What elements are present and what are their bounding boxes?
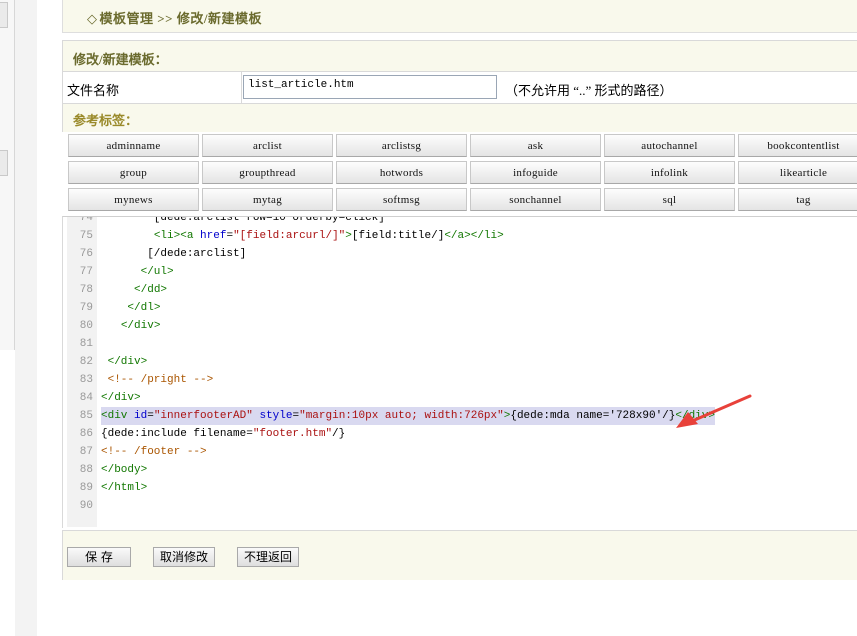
tag-button-group[interactable]: group: [68, 161, 199, 184]
left-frame-tab[interactable]: [0, 150, 8, 176]
code-line: 77 </ul>: [63, 263, 853, 281]
code-text: <!-- /footer -->: [101, 446, 207, 458]
code-line: 74 [dede:arclist row=10 orderby=click]: [63, 216, 853, 227]
code-text: </dl>: [127, 302, 161, 314]
file-name-row: 文件名称 list_article.htm （不允许用 “..” 形式的路径）: [62, 72, 857, 104]
breadcrumb-section[interactable]: 模板管理: [100, 11, 154, 26]
line-number: 80: [79, 320, 93, 332]
code-line: 81: [63, 335, 853, 353]
tag-button-sql[interactable]: sql: [604, 188, 735, 211]
tag-button-arclistsg[interactable]: arclistsg: [336, 134, 467, 157]
tag-button-groupthread[interactable]: groupthread: [202, 161, 333, 184]
line-number: 83: [79, 374, 93, 386]
line-number: 86: [79, 428, 93, 440]
code-line: 75 <li><a href="[field:arcurl/]">[field:…: [63, 227, 853, 245]
reference-tags-header: 参考标签：: [62, 104, 857, 132]
code-text: </body>: [101, 464, 148, 476]
line-number: 77: [79, 266, 93, 278]
file-name-input[interactable]: list_article.htm: [243, 75, 497, 99]
line-number: 85: [79, 410, 93, 422]
tag-button-infolink[interactable]: infolink: [604, 161, 735, 184]
code-text: </div>: [107, 356, 148, 368]
save-button[interactable]: 保 存: [67, 547, 131, 567]
code-line: 82 </div>: [63, 353, 853, 371]
breadcrumb-page: 修改/新建模板: [176, 11, 262, 26]
code-line: 83 <!-- /pright -->: [63, 371, 853, 389]
diamond-icon: ◇: [87, 11, 98, 26]
tag-button-mytag[interactable]: mytag: [202, 188, 333, 211]
back-button[interactable]: 不理返回: [237, 547, 299, 567]
code-text: <li><a href="[field:arcurl/]">[field:tit…: [153, 230, 504, 242]
code-line: 89 </html>: [63, 479, 853, 497]
code-line: 79 </dl>: [63, 299, 853, 317]
annotation-arrow-icon: [676, 394, 752, 428]
code-text: </dd>: [134, 284, 168, 296]
code-text: </div>: [101, 392, 141, 404]
tag-button-arclist[interactable]: arclist: [202, 134, 333, 157]
code-line: 80 </div>: [63, 317, 853, 335]
line-number: 76: [79, 248, 93, 260]
code-text: </html>: [101, 482, 148, 494]
code-text: </ul>: [140, 266, 174, 278]
left-frame-tab[interactable]: [0, 2, 8, 28]
frame-gutter: [15, 0, 37, 636]
line-number: 87: [79, 446, 93, 458]
code-text: {dede:include filename="footer.htm"/}: [101, 428, 346, 440]
breadcrumb-bar: ◇ 模板管理 >> 修改/新建模板: [62, 0, 857, 33]
code-text: [dede:arclist row=10 orderby=click]: [101, 216, 385, 224]
line-number: 89: [79, 482, 93, 494]
code-text: [/dede:arclist]: [101, 248, 247, 260]
line-number: 78: [79, 284, 93, 296]
code-line: 76 [/dede:arclist]: [63, 245, 853, 263]
action-bar: 保 存 取消修改 不理返回: [62, 530, 857, 580]
breadcrumb: ◇ 模板管理 >> 修改/新建模板: [87, 8, 262, 27]
code-line: 87 <!-- /footer -->: [63, 443, 853, 461]
line-number: 75: [79, 230, 93, 242]
code-line: 88 </body>: [63, 461, 853, 479]
tag-button-tag[interactable]: tag: [738, 188, 857, 211]
tag-button-ask[interactable]: ask: [470, 134, 601, 157]
line-number: 79: [79, 302, 93, 314]
tag-button-hotwords[interactable]: hotwords: [336, 161, 467, 184]
divider: [241, 72, 242, 103]
frame-spacer: [37, 0, 62, 636]
tag-button-mynews[interactable]: mynews: [68, 188, 199, 211]
line-number: 81: [79, 338, 93, 350]
form-title: 修改/新建模板：: [73, 52, 168, 67]
line-number: 88: [79, 464, 93, 476]
tag-button-sonchannel[interactable]: sonchannel: [470, 188, 601, 211]
template-editor-panel: ◇ 模板管理 >> 修改/新建模板 修改/新建模板： 文件名称 list_arti…: [62, 0, 857, 580]
code-line: 90: [63, 497, 853, 515]
tag-button-likearticle[interactable]: likearticle: [738, 161, 857, 184]
file-name-label: 文件名称: [67, 83, 120, 98]
code-line: 78 </dd>: [63, 281, 853, 299]
form-header: 修改/新建模板：: [62, 40, 857, 72]
tag-button-softmsg[interactable]: softmsg: [336, 188, 467, 211]
cancel-button[interactable]: 取消修改: [153, 547, 215, 567]
code-text: </div>: [120, 320, 161, 332]
code-editor[interactable]: 74 [dede:arclist row=10 orderby=click] 75…: [62, 216, 857, 528]
left-frame: [0, 0, 15, 350]
tag-button-infoguide[interactable]: infoguide: [470, 161, 601, 184]
code-text: <div id="innerfooterAD" style="margin:10…: [101, 407, 715, 425]
arrow-shaft: [688, 394, 752, 424]
file-name-hint: （不允许用 “..” 形式的路径）: [505, 83, 673, 98]
line-number: 82: [79, 356, 93, 368]
breadcrumb-separator: >>: [157, 11, 174, 26]
reference-tags-title: 参考标签：: [73, 113, 139, 128]
line-number: 84: [79, 392, 93, 404]
tag-button-autochannel[interactable]: autochannel: [604, 134, 735, 157]
line-number: 90: [79, 500, 93, 512]
code-text: <!-- /pright -->: [101, 374, 214, 386]
tag-button-bookcontentlist[interactable]: bookcontentlist: [738, 134, 857, 157]
tag-button-adminname[interactable]: adminname: [68, 134, 199, 157]
line-number: 74: [79, 216, 93, 224]
